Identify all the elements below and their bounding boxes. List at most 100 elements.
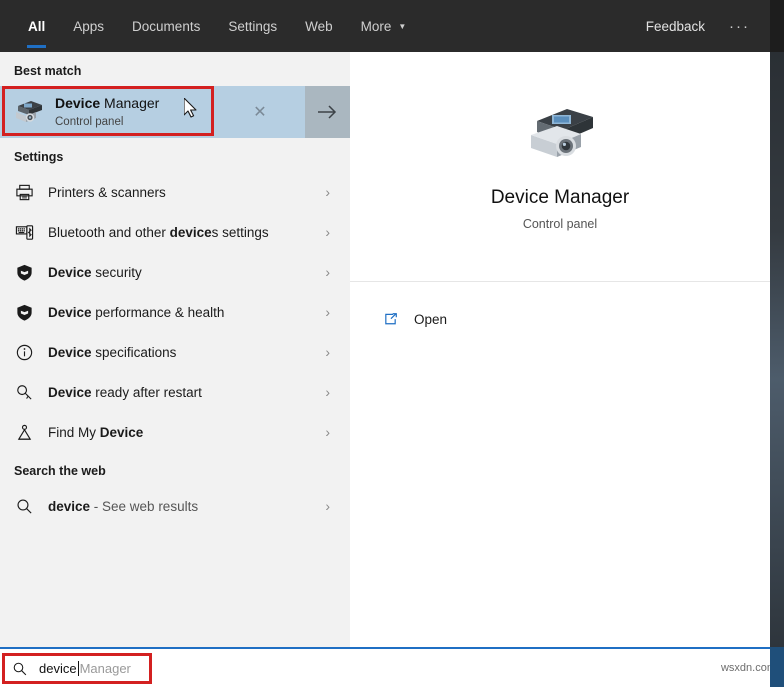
preview-card: Device Manager Control panel [350, 52, 770, 282]
list-item-device-performance-health[interactable]: Device performance & health › [0, 292, 350, 332]
label-post: security [91, 264, 142, 280]
best-match-title: Device Manager [55, 95, 159, 113]
chevron-right-icon: › [325, 184, 330, 200]
printer-icon [14, 182, 34, 202]
list-item-web-search[interactable]: device - See web results › [0, 486, 350, 526]
open-arrow-button[interactable] [305, 86, 350, 138]
best-match-title-bold: Device [55, 95, 101, 112]
label-bold: Device [48, 384, 92, 400]
list-item-label: Device performance & health [48, 305, 224, 320]
best-match-heading: Best match [14, 64, 82, 78]
chevron-right-icon: › [325, 304, 330, 320]
chevron-right-icon: › [325, 344, 330, 360]
shield-icon [14, 262, 34, 282]
open-action-row[interactable]: Open [380, 304, 770, 334]
key-icon [14, 382, 34, 402]
label-bold: device [169, 224, 212, 240]
label-pre: Find My [48, 424, 100, 440]
search-input[interactable]: device Manager [4, 655, 152, 682]
preview-app-title: Device Manager [490, 186, 630, 208]
chevron-right-icon: › [325, 264, 330, 280]
label-post: performance & health [91, 304, 225, 320]
header-edge-fill [770, 0, 784, 52]
list-item-label: Printers & scanners [48, 185, 166, 200]
settings-heading: Settings [14, 150, 64, 164]
watermark: wsxdn.com [720, 662, 776, 674]
label-post: - See web results [90, 498, 199, 514]
best-match-subtitle: Control panel [55, 115, 124, 128]
overflow-menu-icon[interactable]: ··· [719, 0, 762, 52]
tab-documents-label: Documents [132, 18, 201, 34]
best-match-title-rest: Manager [100, 95, 160, 112]
list-item-bluetooth-devices[interactable]: Bluetooth and other devices settings › [0, 212, 350, 252]
text-caret [77, 661, 79, 676]
list-item-printers-scanners[interactable]: Printers & scanners › [0, 172, 350, 212]
list-item-label: Device ready after restart [48, 385, 202, 400]
desktop-edge-strip [770, 52, 784, 647]
list-item-label: Device security [48, 265, 142, 280]
mouse-cursor-icon [183, 97, 198, 118]
search-the-web-heading: Search the web [14, 464, 106, 478]
tab-all[interactable]: All [14, 0, 59, 52]
label-post: ready after restart [91, 384, 202, 400]
tab-web-label: Web [305, 18, 333, 34]
label-bold: Device [48, 264, 92, 280]
best-match-row[interactable]: Device Manager Control panel ✕ [0, 86, 350, 138]
taskbar-search-bar: device Manager wsxdn.com [0, 647, 784, 687]
info-circle-icon [14, 342, 34, 362]
open-external-icon [380, 309, 400, 329]
label-pre: Printers & scanners [48, 184, 166, 200]
tab-more[interactable]: More ▼ [347, 0, 421, 52]
find-my-device-icon [14, 422, 34, 442]
label-post: s settings [211, 224, 269, 240]
chevron-right-icon: › [325, 224, 330, 240]
label-bold: Device [99, 424, 144, 440]
header-actions: Feedback ··· [632, 0, 770, 52]
list-item-label: Bluetooth and other devices settings [48, 225, 269, 240]
tab-apps[interactable]: Apps [59, 0, 118, 52]
label-post: specifications [91, 344, 177, 360]
feedback-button[interactable]: Feedback [632, 0, 719, 52]
search-icon [14, 496, 34, 516]
label-bold: device [48, 498, 91, 514]
close-icon[interactable]: ✕ [215, 86, 305, 138]
taskbar-edge-strip [770, 647, 784, 687]
tab-documents[interactable]: Documents [118, 0, 214, 52]
search-header: All Apps Documents Settings Web More ▼ F… [0, 0, 770, 52]
windows-search-panel: All Apps Documents Settings Web More ▼ F… [0, 0, 784, 687]
chevron-right-icon: › [325, 498, 330, 514]
label-bold: Device [48, 304, 92, 320]
preview-app-subtitle: Control panel [522, 216, 598, 231]
best-match-main[interactable]: Device Manager Control panel [0, 86, 215, 138]
search-filter-tabs: All Apps Documents Settings Web More ▼ [0, 0, 420, 52]
list-item-device-ready-after-restart[interactable]: Device ready after restart › [0, 372, 350, 412]
list-item-find-my-device[interactable]: Find My Device › [0, 412, 350, 452]
label-pre: Bluetooth and other [48, 224, 170, 240]
search-icon [12, 660, 30, 678]
tab-all-label: All [28, 18, 46, 34]
tab-more-label: More [360, 18, 392, 34]
list-item-device-security[interactable]: Device security › [0, 252, 350, 292]
list-item-label: Find My Device [48, 425, 143, 440]
tab-apps-label: Apps [73, 18, 105, 34]
chevron-right-icon: › [325, 424, 330, 440]
search-body: Best match Device Manager Control panel … [0, 52, 784, 647]
open-action-label: Open [414, 311, 448, 327]
chevron-down-icon: ▼ [398, 22, 407, 31]
chevron-right-icon: › [325, 384, 330, 400]
list-item-label: Device specifications [48, 345, 176, 360]
tab-settings-label: Settings [228, 18, 278, 34]
list-item-device-specifications[interactable]: Device specifications › [0, 332, 350, 372]
preview-actions: Open [350, 282, 770, 334]
bluetooth-devices-icon [14, 222, 34, 242]
results-pane: Best match Device Manager Control panel … [0, 52, 350, 647]
tab-web[interactable]: Web [291, 0, 347, 52]
search-input-typed-text: device [39, 661, 77, 676]
preview-pane: Device Manager Control panel Open [350, 52, 770, 647]
best-match-text: Device Manager Control panel [55, 95, 159, 129]
device-manager-icon [12, 97, 44, 127]
list-item-label: device - See web results [48, 499, 198, 514]
arrow-right-icon [317, 105, 336, 119]
tab-settings[interactable]: Settings [214, 0, 291, 52]
shield-icon [14, 302, 34, 322]
